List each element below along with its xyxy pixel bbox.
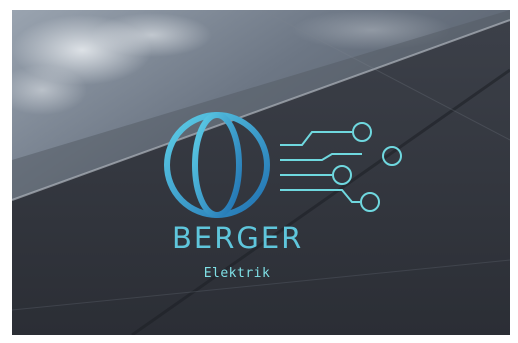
brand-name: BERGER (172, 221, 304, 255)
brand-subtitle: Elektrik (203, 266, 271, 281)
hero-image: BERGER Elektrik (12, 10, 510, 335)
globe-circuit-icon (164, 112, 402, 218)
